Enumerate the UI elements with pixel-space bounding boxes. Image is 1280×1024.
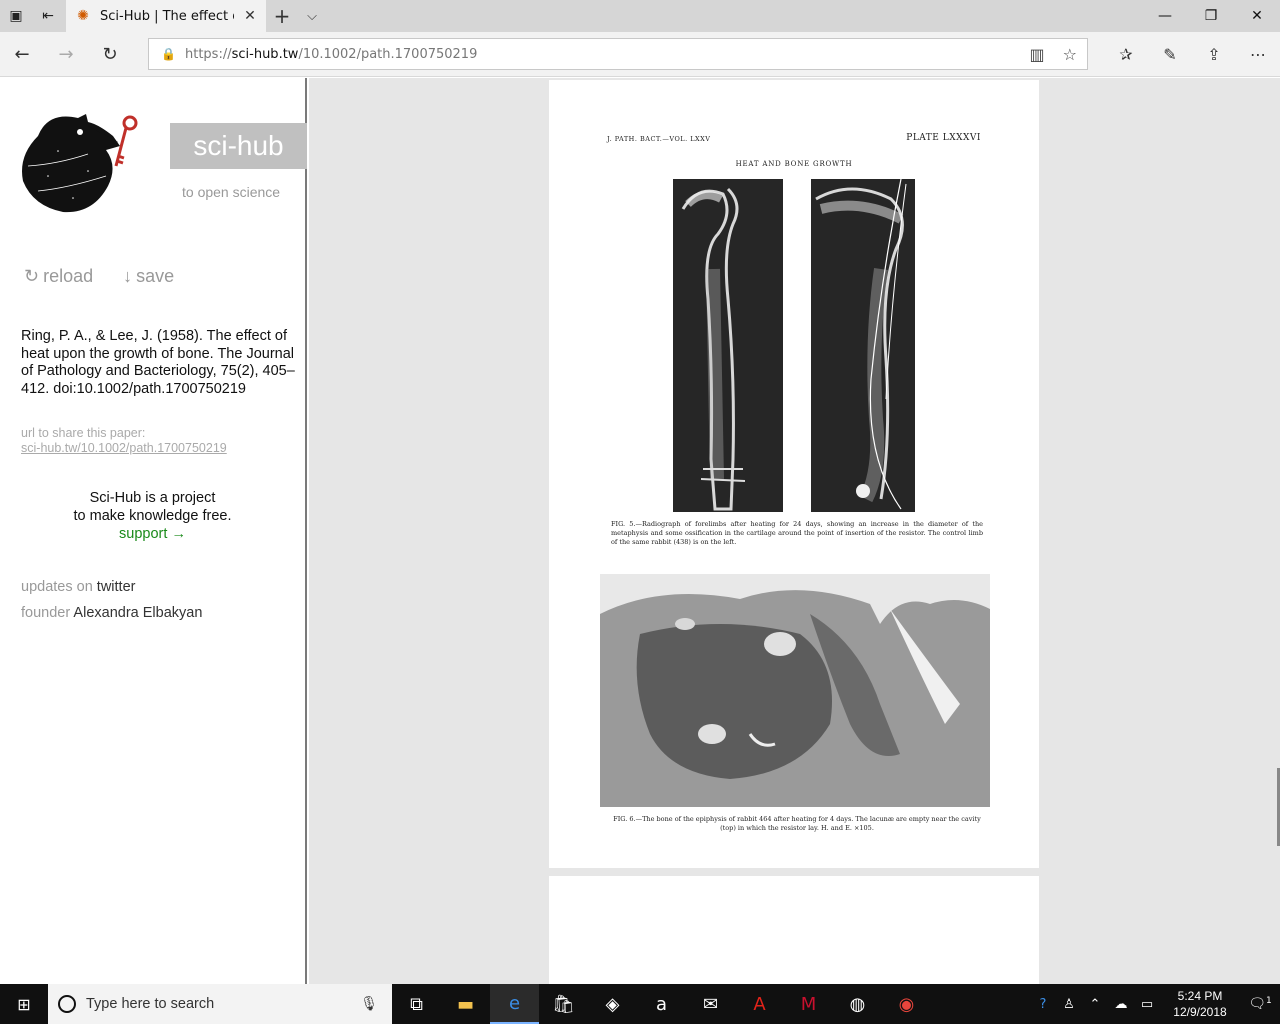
edge-browser-icon[interactable]: e: [490, 984, 539, 1024]
dropbox-icon[interactable]: ◈: [588, 984, 637, 1024]
chrome-icon[interactable]: ◉: [882, 984, 931, 1024]
save-button[interactable]: ↓ save: [123, 266, 174, 287]
brand-name: sci-hub: [193, 130, 284, 161]
project-line-1: Sci-Hub is a project: [89, 490, 216, 506]
close-window-icon[interactable]: ✕: [1234, 0, 1280, 32]
minimize-icon[interactable]: —: [1142, 0, 1188, 32]
taskbar-search-box[interactable]: Type here to search 🎙: [48, 984, 392, 1024]
refresh-icon[interactable]: ↻: [88, 32, 132, 76]
save-label: save: [136, 266, 175, 286]
radiograph-heated-limb: [811, 179, 915, 512]
clock-time: 5:24 PM: [1177, 989, 1223, 1003]
tagline: to open science: [182, 184, 281, 200]
sci-hub-raven-logo-icon[interactable]: [18, 106, 148, 216]
plate-title: HEAT AND BONE GROWTH: [735, 160, 853, 168]
project-line-2: to make knowledge free.: [73, 508, 232, 524]
steam-icon[interactable]: ◍: [833, 984, 882, 1024]
search-placeholder: Type here to search: [86, 996, 215, 1012]
help-icon[interactable]: ?: [1030, 997, 1056, 1012]
microphone-icon[interactable]: 🎙: [360, 996, 392, 1012]
plate-number: PLATE LXXXVI: [906, 133, 981, 143]
figure-5-caption: FIG. 5.—Radiograph of forelimbs after he…: [611, 520, 983, 546]
favorites-hub-icon[interactable]: ✰: [1104, 32, 1148, 77]
notification-count: 1: [1266, 996, 1272, 1006]
clock-date: 12/9/2018: [1173, 1005, 1227, 1019]
tab-actions-icon[interactable]: ▣: [0, 0, 32, 32]
share-icon[interactable]: ⇪: [1192, 32, 1236, 77]
project-statement: Sci-Hub is a project to make knowledge f…: [40, 489, 265, 543]
action-center-icon[interactable]: 🗨 1: [1240, 996, 1280, 1012]
share-label: url to share this paper:: [21, 426, 146, 440]
network-icon[interactable]: ▭: [1134, 997, 1160, 1012]
title-bar: ▣ ⇤ ✺ Sci-Hub | The effect of h ✕ + ⌵ — …: [0, 0, 1280, 32]
sci-hub-sidebar: sci-hub to open science ↻ reload ↓ save Ri…: [0, 78, 307, 984]
onedrive-cloud-icon[interactable]: ☁: [1108, 997, 1134, 1012]
tray-overflow-chevron-icon[interactable]: ⌃: [1082, 997, 1108, 1012]
set-tabs-aside-icon[interactable]: ⇤: [32, 0, 64, 32]
cortana-icon: [58, 995, 76, 1013]
share-url-link[interactable]: sci-hub.tw/10.1002/path.1700750219: [21, 441, 227, 455]
founder-line: founder Alexandra Elbakyan: [21, 605, 202, 621]
micrograph-figure-6: [600, 574, 990, 807]
file-explorer-icon[interactable]: ▬: [441, 984, 490, 1024]
back-icon[interactable]: ←: [0, 32, 44, 76]
twitter-link[interactable]: twitter: [97, 579, 136, 595]
more-menu-icon[interactable]: ⋯: [1236, 32, 1280, 77]
favorite-star-icon[interactable]: ☆: [1063, 45, 1077, 64]
figure-6-caption: FIG. 6.—The bone of the epiphysis of rab…: [613, 815, 981, 832]
url-text[interactable]: https://sci-hub.tw/10.1002/path.17007502…: [185, 47, 477, 62]
new-tab-icon[interactable]: +: [266, 0, 298, 32]
people-icon[interactable]: ♙: [1056, 997, 1082, 1012]
citation: Ring, P. A., & Lee, J. (1958). The effec…: [21, 328, 295, 397]
sci-hub-favicon-icon: ✺: [77, 8, 89, 24]
windows-taskbar: ⊞ Type here to search 🎙 ⧉ ▬ e 🛍 ◈ a ✉ A …: [0, 984, 1280, 1024]
store-icon[interactable]: 🛍: [539, 984, 588, 1024]
reload-icon: ↻: [24, 266, 40, 286]
founder-label: founder: [21, 605, 71, 621]
tab-title: Sci-Hub | The effect of h: [100, 8, 234, 24]
reading-view-icon[interactable]: ▥: [1030, 45, 1045, 64]
pdf-viewer[interactable]: J. PATH. BACT.—VOL. LXXV PLATE LXXXVI HE…: [309, 78, 1280, 984]
amazon-icon[interactable]: a: [637, 984, 686, 1024]
brand-box: sci-hub: [170, 123, 307, 169]
updates-line: updates on twitter: [21, 579, 135, 595]
updates-label: updates on: [21, 579, 93, 595]
pdf-page: J. PATH. BACT.—VOL. LXXV PLATE LXXXVI HE…: [549, 80, 1039, 868]
browser-tab[interactable]: ✺ Sci-Hub | The effect of h ✕: [66, 0, 266, 32]
navigation-bar: ← → ↻ 🔒 https://sci-hub.tw/10.1002/path.…: [0, 32, 1280, 77]
mcafee-icon[interactable]: M: [784, 984, 833, 1024]
address-bar[interactable]: 🔒 https://sci-hub.tw/10.1002/path.170075…: [148, 38, 1088, 70]
taskbar-clock[interactable]: 5:24 PM 12/9/2018: [1160, 988, 1240, 1020]
pdf-next-page: [549, 876, 1039, 984]
close-tab-icon[interactable]: ✕: [242, 8, 258, 24]
acrobat-icon[interactable]: A: [735, 984, 784, 1024]
radiograph-control-limb: [673, 179, 783, 512]
journal-header: J. PATH. BACT.—VOL. LXXV: [607, 135, 711, 143]
mail-icon[interactable]: ✉: [686, 984, 735, 1024]
web-note-icon[interactable]: ✎: [1148, 32, 1192, 77]
save-arrow-icon: ↓: [123, 266, 133, 286]
founder-link[interactable]: Alexandra Elbakyan: [73, 605, 202, 621]
tab-preview-chevron-icon[interactable]: ⌵: [298, 0, 326, 32]
forward-icon[interactable]: →: [44, 32, 88, 76]
reload-button[interactable]: ↻ reload: [24, 266, 93, 287]
lock-icon: 🔒: [161, 47, 176, 61]
windows-start-icon[interactable]: ⊞: [0, 984, 48, 1024]
reload-label: reload: [43, 266, 94, 286]
support-link[interactable]: support →: [40, 525, 265, 543]
restore-icon[interactable]: ❐: [1188, 0, 1234, 32]
task-view-icon[interactable]: ⧉: [392, 984, 441, 1024]
